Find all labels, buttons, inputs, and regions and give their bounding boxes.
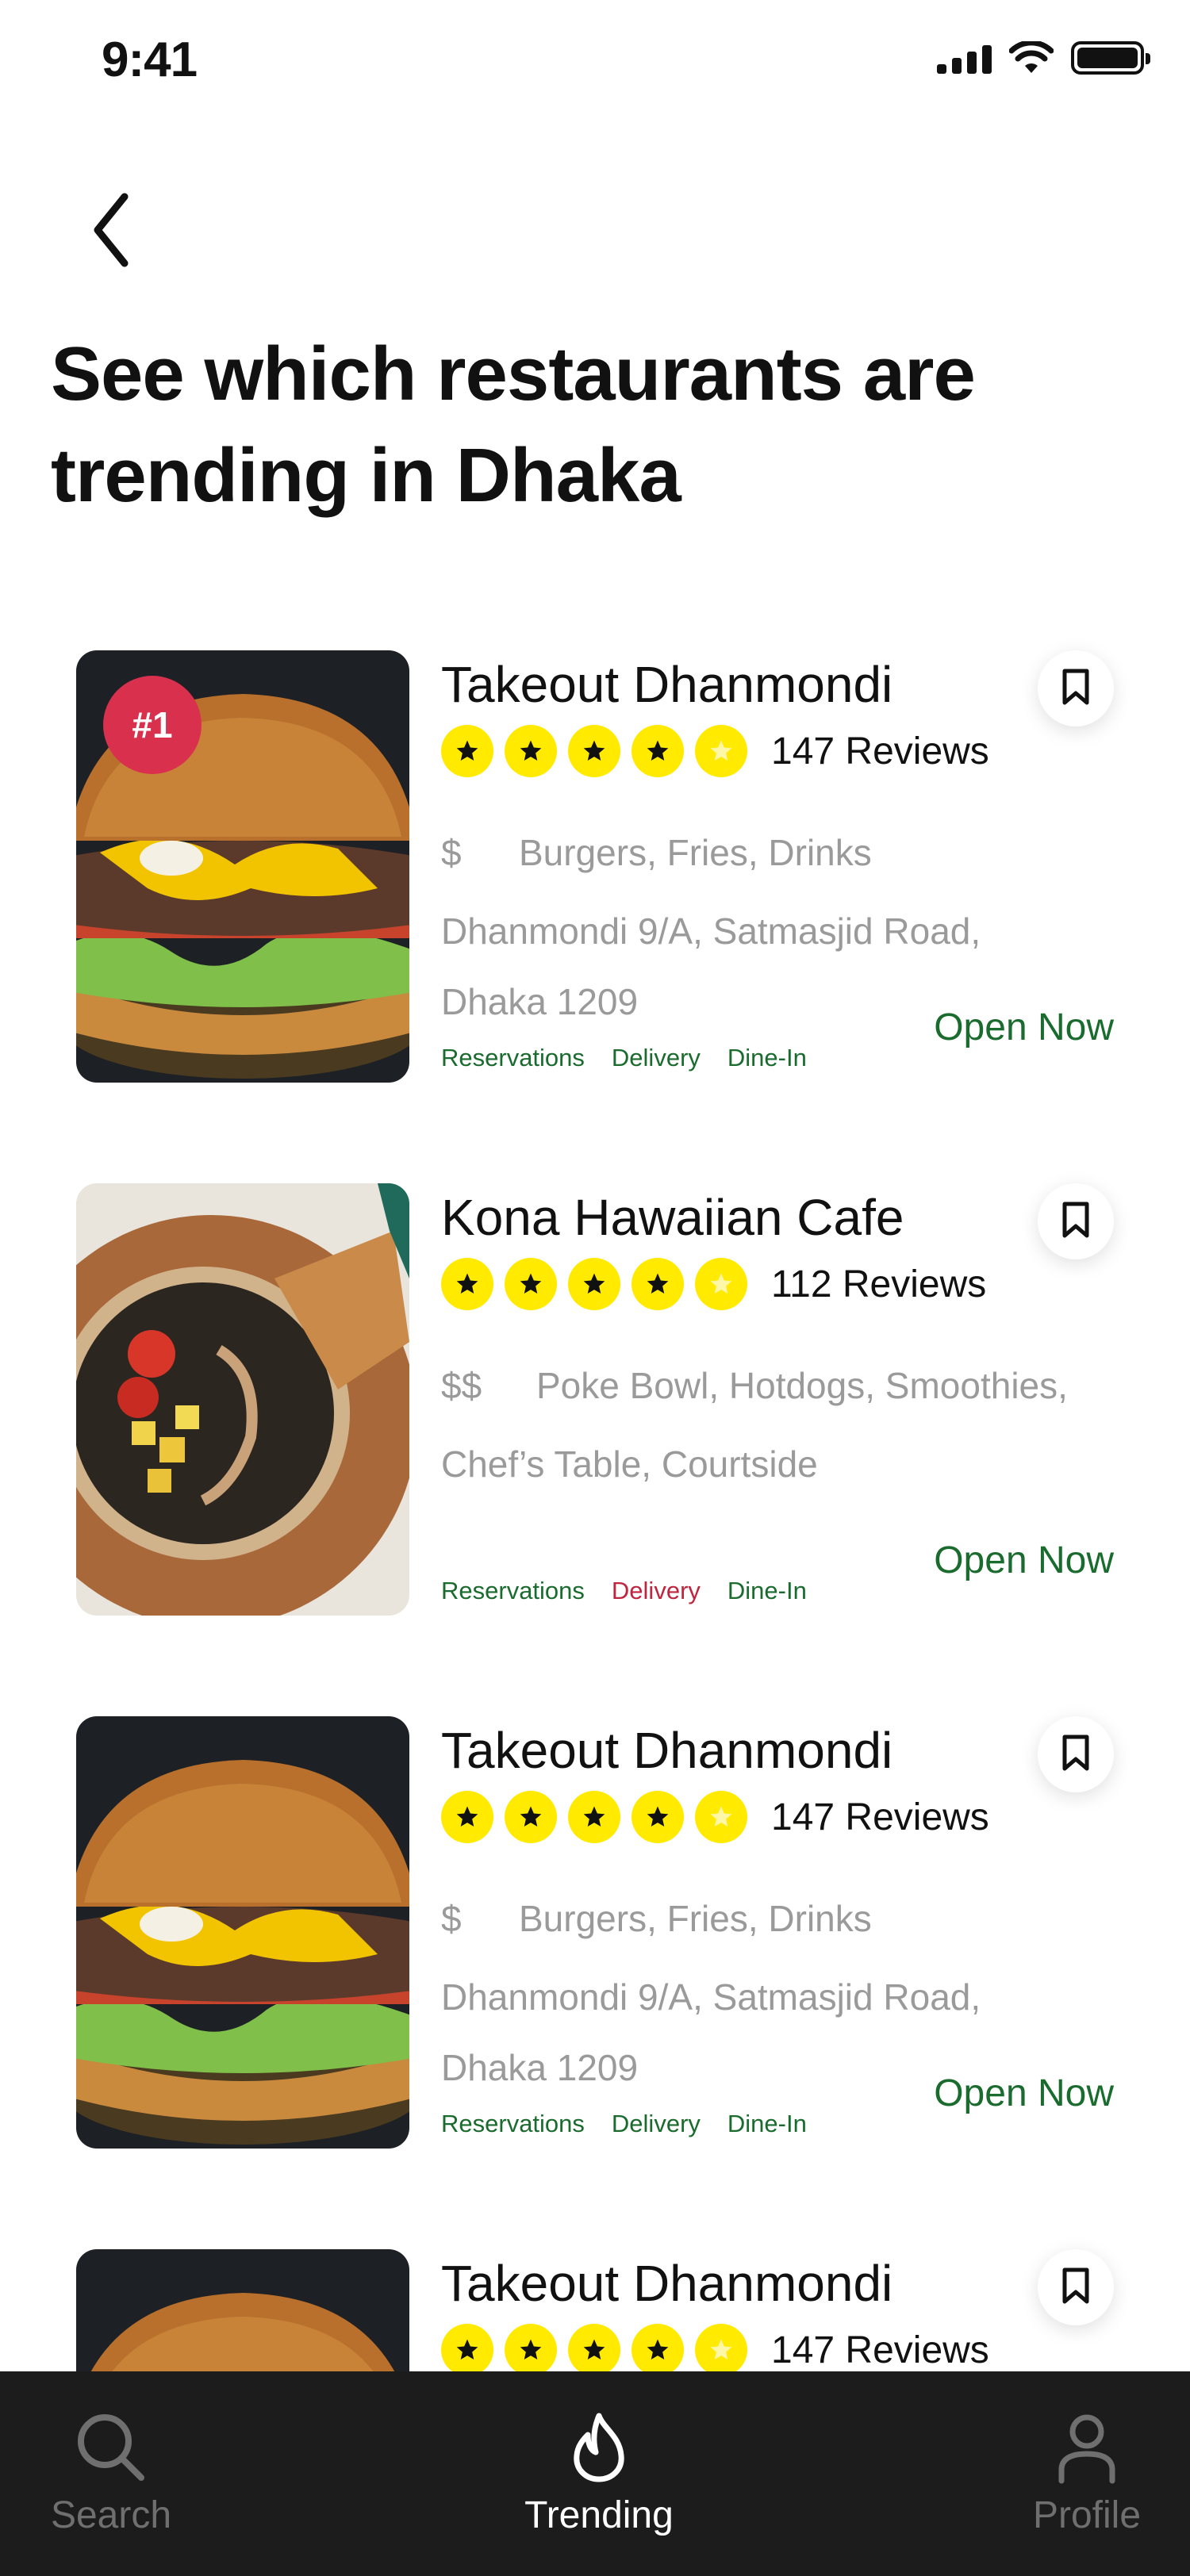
star-icon xyxy=(568,2324,620,2376)
service-tags: Reservations Delivery Dine-In xyxy=(441,1577,807,1605)
star-icon xyxy=(695,2324,747,2376)
open-status: Open Now xyxy=(934,1539,1114,1581)
cuisine-list: Burgers, Fries, Drinks xyxy=(519,832,872,873)
restaurant-photo[interactable]: #1 xyxy=(76,650,409,1083)
status-icons xyxy=(937,41,1150,75)
status-bar: 9:41 xyxy=(0,0,1190,119)
restaurant-name[interactable]: Takeout Dhanmondi xyxy=(441,2254,892,2313)
cellular-signal-icon xyxy=(937,42,992,74)
star-icon xyxy=(568,1791,620,1843)
service-tag: Delivery xyxy=(611,1577,701,1604)
bookmark-icon xyxy=(1060,668,1092,710)
bookmark-button[interactable] xyxy=(1038,1716,1114,1792)
nav-search[interactable]: Search xyxy=(48,2411,175,2537)
bottom-navigation: Search Trending Profile xyxy=(0,2371,1190,2576)
star-icon xyxy=(568,725,620,777)
address-line: Dhanmondi 9/A, Satmasjid Road, xyxy=(441,1976,981,2018)
battery-icon xyxy=(1071,41,1150,75)
star-icon xyxy=(505,1258,557,1310)
star-icon xyxy=(505,2324,557,2376)
restaurant-card[interactable]: Takeout Dhanmondi 147 Reviews $ Burgers, Fr… xyxy=(0,1716,1190,2149)
address-line: Dhaka 1209 xyxy=(441,981,639,1022)
review-count[interactable]: 112 Reviews xyxy=(771,1263,986,1306)
status-time: 9:41 xyxy=(102,33,198,87)
restaurant-card[interactable]: Kona Hawaiian Cafe 112 Reviews $$ Poke Bowl… xyxy=(0,1183,1190,1616)
service-tag: Reservations xyxy=(441,2110,585,2137)
star-icon xyxy=(631,2324,684,2376)
star-icon xyxy=(631,725,684,777)
star-rating xyxy=(441,1258,747,1310)
flame-icon xyxy=(574,2413,624,2482)
restaurant-card[interactable]: #1 Takeout Dhanmondi 147 Reviews $ Burgers, … xyxy=(0,650,1190,1083)
rank-badge: #1 xyxy=(103,676,202,774)
address-line: Dhaka 1209 xyxy=(441,2047,639,2088)
star-rating xyxy=(441,2324,747,2376)
restaurant-name[interactable]: Takeout Dhanmondi xyxy=(441,655,892,714)
nav-profile-label: Profile xyxy=(1032,2494,1142,2536)
restaurant-name[interactable]: Takeout Dhanmondi xyxy=(441,1721,892,1780)
star-icon xyxy=(631,1791,684,1843)
restaurant-name[interactable]: Kona Hawaiian Cafe xyxy=(441,1188,904,1247)
nav-search-label: Search xyxy=(50,2494,172,2536)
service-tag: Reservations xyxy=(441,1044,585,1071)
service-tag: Delivery xyxy=(611,1044,701,1071)
bookmark-button[interactable] xyxy=(1038,1183,1114,1259)
star-icon xyxy=(695,1258,747,1310)
chevron-left-icon xyxy=(94,193,129,267)
review-count[interactable]: 147 Reviews xyxy=(771,730,989,773)
wifi-icon xyxy=(1009,41,1054,73)
service-tags: Reservations Delivery Dine-In xyxy=(441,1044,807,1072)
star-rating xyxy=(441,725,747,777)
page-title: See which restaurants are trending in Dh… xyxy=(51,332,976,518)
price-level: $ xyxy=(441,832,462,873)
bookmark-icon xyxy=(1060,1734,1092,1776)
star-icon xyxy=(631,1258,684,1310)
service-tag: Delivery xyxy=(611,2110,701,2137)
cuisine-list: Burgers, Fries, Drinks xyxy=(519,1898,872,1939)
back-button[interactable] xyxy=(76,182,148,278)
star-icon xyxy=(441,725,493,777)
service-tag: Reservations xyxy=(441,1577,585,1604)
service-tag: Dine-In xyxy=(727,1577,807,1604)
star-rating xyxy=(441,1791,747,1843)
bookmark-button[interactable] xyxy=(1038,650,1114,726)
star-icon xyxy=(505,1791,557,1843)
profile-icon xyxy=(1058,2414,1115,2484)
restaurant-photo[interactable] xyxy=(76,1183,409,1616)
service-tag: Dine-In xyxy=(727,2110,807,2137)
review-count[interactable]: 147 Reviews xyxy=(771,1796,989,1839)
address-line: Dhanmondi 9/A, Satmasjid Road, xyxy=(441,910,981,952)
price-level: $ xyxy=(441,1898,462,1939)
address-line: Chef’s Table, Courtside xyxy=(441,1443,818,1485)
open-status: Open Now xyxy=(934,2072,1114,2114)
review-count[interactable]: 147 Reviews xyxy=(771,2329,989,2372)
service-tag: Dine-In xyxy=(727,1044,807,1071)
nav-trending[interactable]: Trending xyxy=(500,2411,698,2537)
bookmark-icon xyxy=(1060,2267,1092,2309)
star-icon xyxy=(505,725,557,777)
star-icon xyxy=(441,1791,493,1843)
service-tags: Reservations Delivery Dine-In xyxy=(441,2110,807,2138)
price-level: $$ xyxy=(441,1365,482,1406)
bookmark-button[interactable] xyxy=(1038,2249,1114,2325)
star-icon xyxy=(441,2324,493,2376)
nav-trending-label: Trending xyxy=(524,2494,674,2536)
star-icon xyxy=(441,1258,493,1310)
bookmark-icon xyxy=(1060,1201,1092,1243)
open-status: Open Now xyxy=(934,1006,1114,1048)
restaurant-photo[interactable] xyxy=(76,1716,409,2149)
star-icon xyxy=(695,1791,747,1843)
nav-profile[interactable]: Profile xyxy=(1015,2411,1158,2537)
star-icon xyxy=(568,1258,620,1310)
star-icon xyxy=(695,725,747,777)
cuisine-list: Poke Bowl, Hotdogs, Smoothies, xyxy=(536,1365,1068,1406)
search-icon xyxy=(78,2414,144,2481)
